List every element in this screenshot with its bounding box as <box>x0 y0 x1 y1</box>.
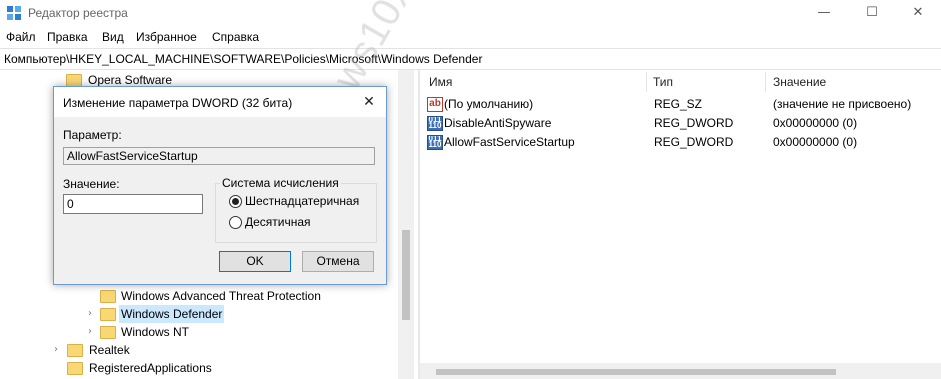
maximize-button[interactable]: ☐ <box>849 0 895 26</box>
dword-value-icon: 011 110 <box>427 135 443 150</box>
menu-edit[interactable]: Правка <box>47 30 88 44</box>
radio-decimal[interactable] <box>229 216 242 229</box>
column-header-value[interactable]: Значение <box>773 75 826 89</box>
dialog-title: Изменение параметра DWORD (32 бита) <box>63 96 293 110</box>
menu-favorites[interactable]: Избранное <box>136 30 197 44</box>
tree-item-label: Windows NT <box>121 325 190 339</box>
folder-icon <box>67 362 83 375</box>
string-value-icon: ab <box>427 97 443 112</box>
cancel-button[interactable]: Отмена <box>302 251 374 272</box>
chevron-right-icon[interactable]: › <box>54 341 58 359</box>
list-row[interactable]: 011 110 DisableAntiSpyware REG_DWORD 0x00… <box>420 114 941 132</box>
base-groupbox <box>215 183 377 243</box>
value-data: 0x00000000 (0) <box>773 116 858 130</box>
chevron-right-icon[interactable]: › <box>88 305 92 323</box>
folder-icon <box>100 326 116 339</box>
chevron-right-icon[interactable]: › <box>88 323 92 341</box>
address-bar[interactable]: Компьютер\HKEY_LOCAL_MACHINE\SOFTWARE\Po… <box>0 48 941 70</box>
menu-file[interactable]: Файл <box>6 30 36 44</box>
edit-dword-dialog: Изменение параметра DWORD (32 бита) ✕ Па… <box>53 86 387 285</box>
parameter-name-field: AllowFastServiceStartup <box>63 147 375 165</box>
radio-decimal-label[interactable]: Десятичная <box>245 215 311 229</box>
value-type: REG_SZ <box>654 97 703 111</box>
parameter-label: Параметр: <box>63 128 122 142</box>
registry-editor-icon <box>7 6 21 20</box>
menu-view[interactable]: Вид <box>102 30 124 44</box>
folder-icon <box>67 344 83 357</box>
column-header-name[interactable]: Имя <box>429 75 452 89</box>
column-header-type[interactable]: Тип <box>653 75 673 89</box>
values-list[interactable]: Имя Тип Значение ab (По умолчанию) REG_S… <box>420 70 941 379</box>
base-group-title: Система исчисления <box>220 176 341 190</box>
radio-hexadecimal-label[interactable]: Шестнадцатеричная <box>245 194 359 208</box>
dialog-close-icon[interactable]: ✕ <box>358 92 380 112</box>
value-name: (По умолчанию) <box>444 97 534 111</box>
minimize-button[interactable]: — <box>801 0 847 26</box>
folder-icon <box>100 290 116 303</box>
folder-icon <box>100 308 116 321</box>
tree-item-label: Windows Advanced Threat Protection <box>121 289 321 303</box>
value-input[interactable]: 0 <box>63 194 203 214</box>
dword-value-icon: 011 110 <box>427 116 443 131</box>
value-type: REG_DWORD <box>654 116 734 130</box>
dialog-title-bar: Изменение параметра DWORD (32 бита) ✕ <box>54 87 386 117</box>
tree-scroll-thumb[interactable] <box>402 230 410 320</box>
value-name: AllowFastServiceStartup <box>444 135 575 149</box>
ok-button[interactable]: OK <box>219 251 291 272</box>
value-type: REG_DWORD <box>654 135 734 149</box>
value-data: 0x00000000 (0) <box>773 135 858 149</box>
value-name: DisableAntiSpyware <box>444 116 552 130</box>
list-row[interactable]: ab (По умолчанию) REG_SZ (значение не пр… <box>420 95 941 113</box>
close-button[interactable]: ✕ <box>895 0 941 26</box>
menu-help[interactable]: Справка <box>212 30 259 44</box>
radio-hexadecimal[interactable] <box>229 195 242 208</box>
tree-vertical-scrollbar[interactable] <box>398 70 414 379</box>
menu-bar: Файл Правка Вид Избранное Справка <box>0 26 941 48</box>
radio-selected-dot <box>232 198 239 205</box>
address-path[interactable]: Компьютер\HKEY_LOCAL_MACHINE\SOFTWARE\Po… <box>4 52 482 66</box>
value-label: Значение: <box>63 177 120 191</box>
tree-item-label: Realtek <box>89 343 130 357</box>
title-bar: Редактор реестра — ☐ ✕ <box>0 0 941 26</box>
tree-item-label: Windows Defender <box>119 305 225 323</box>
window-title: Редактор реестра <box>28 6 128 20</box>
column-divider[interactable] <box>646 72 647 92</box>
list-row[interactable]: 011 110 AllowFastServiceStartup REG_DWORD… <box>420 133 941 151</box>
column-divider[interactable] <box>765 72 766 92</box>
list-scroll-thumb[interactable] <box>436 369 836 375</box>
tree-item-label: RegisteredApplications <box>89 361 212 375</box>
value-data: (значение не присвоено) <box>773 97 912 111</box>
